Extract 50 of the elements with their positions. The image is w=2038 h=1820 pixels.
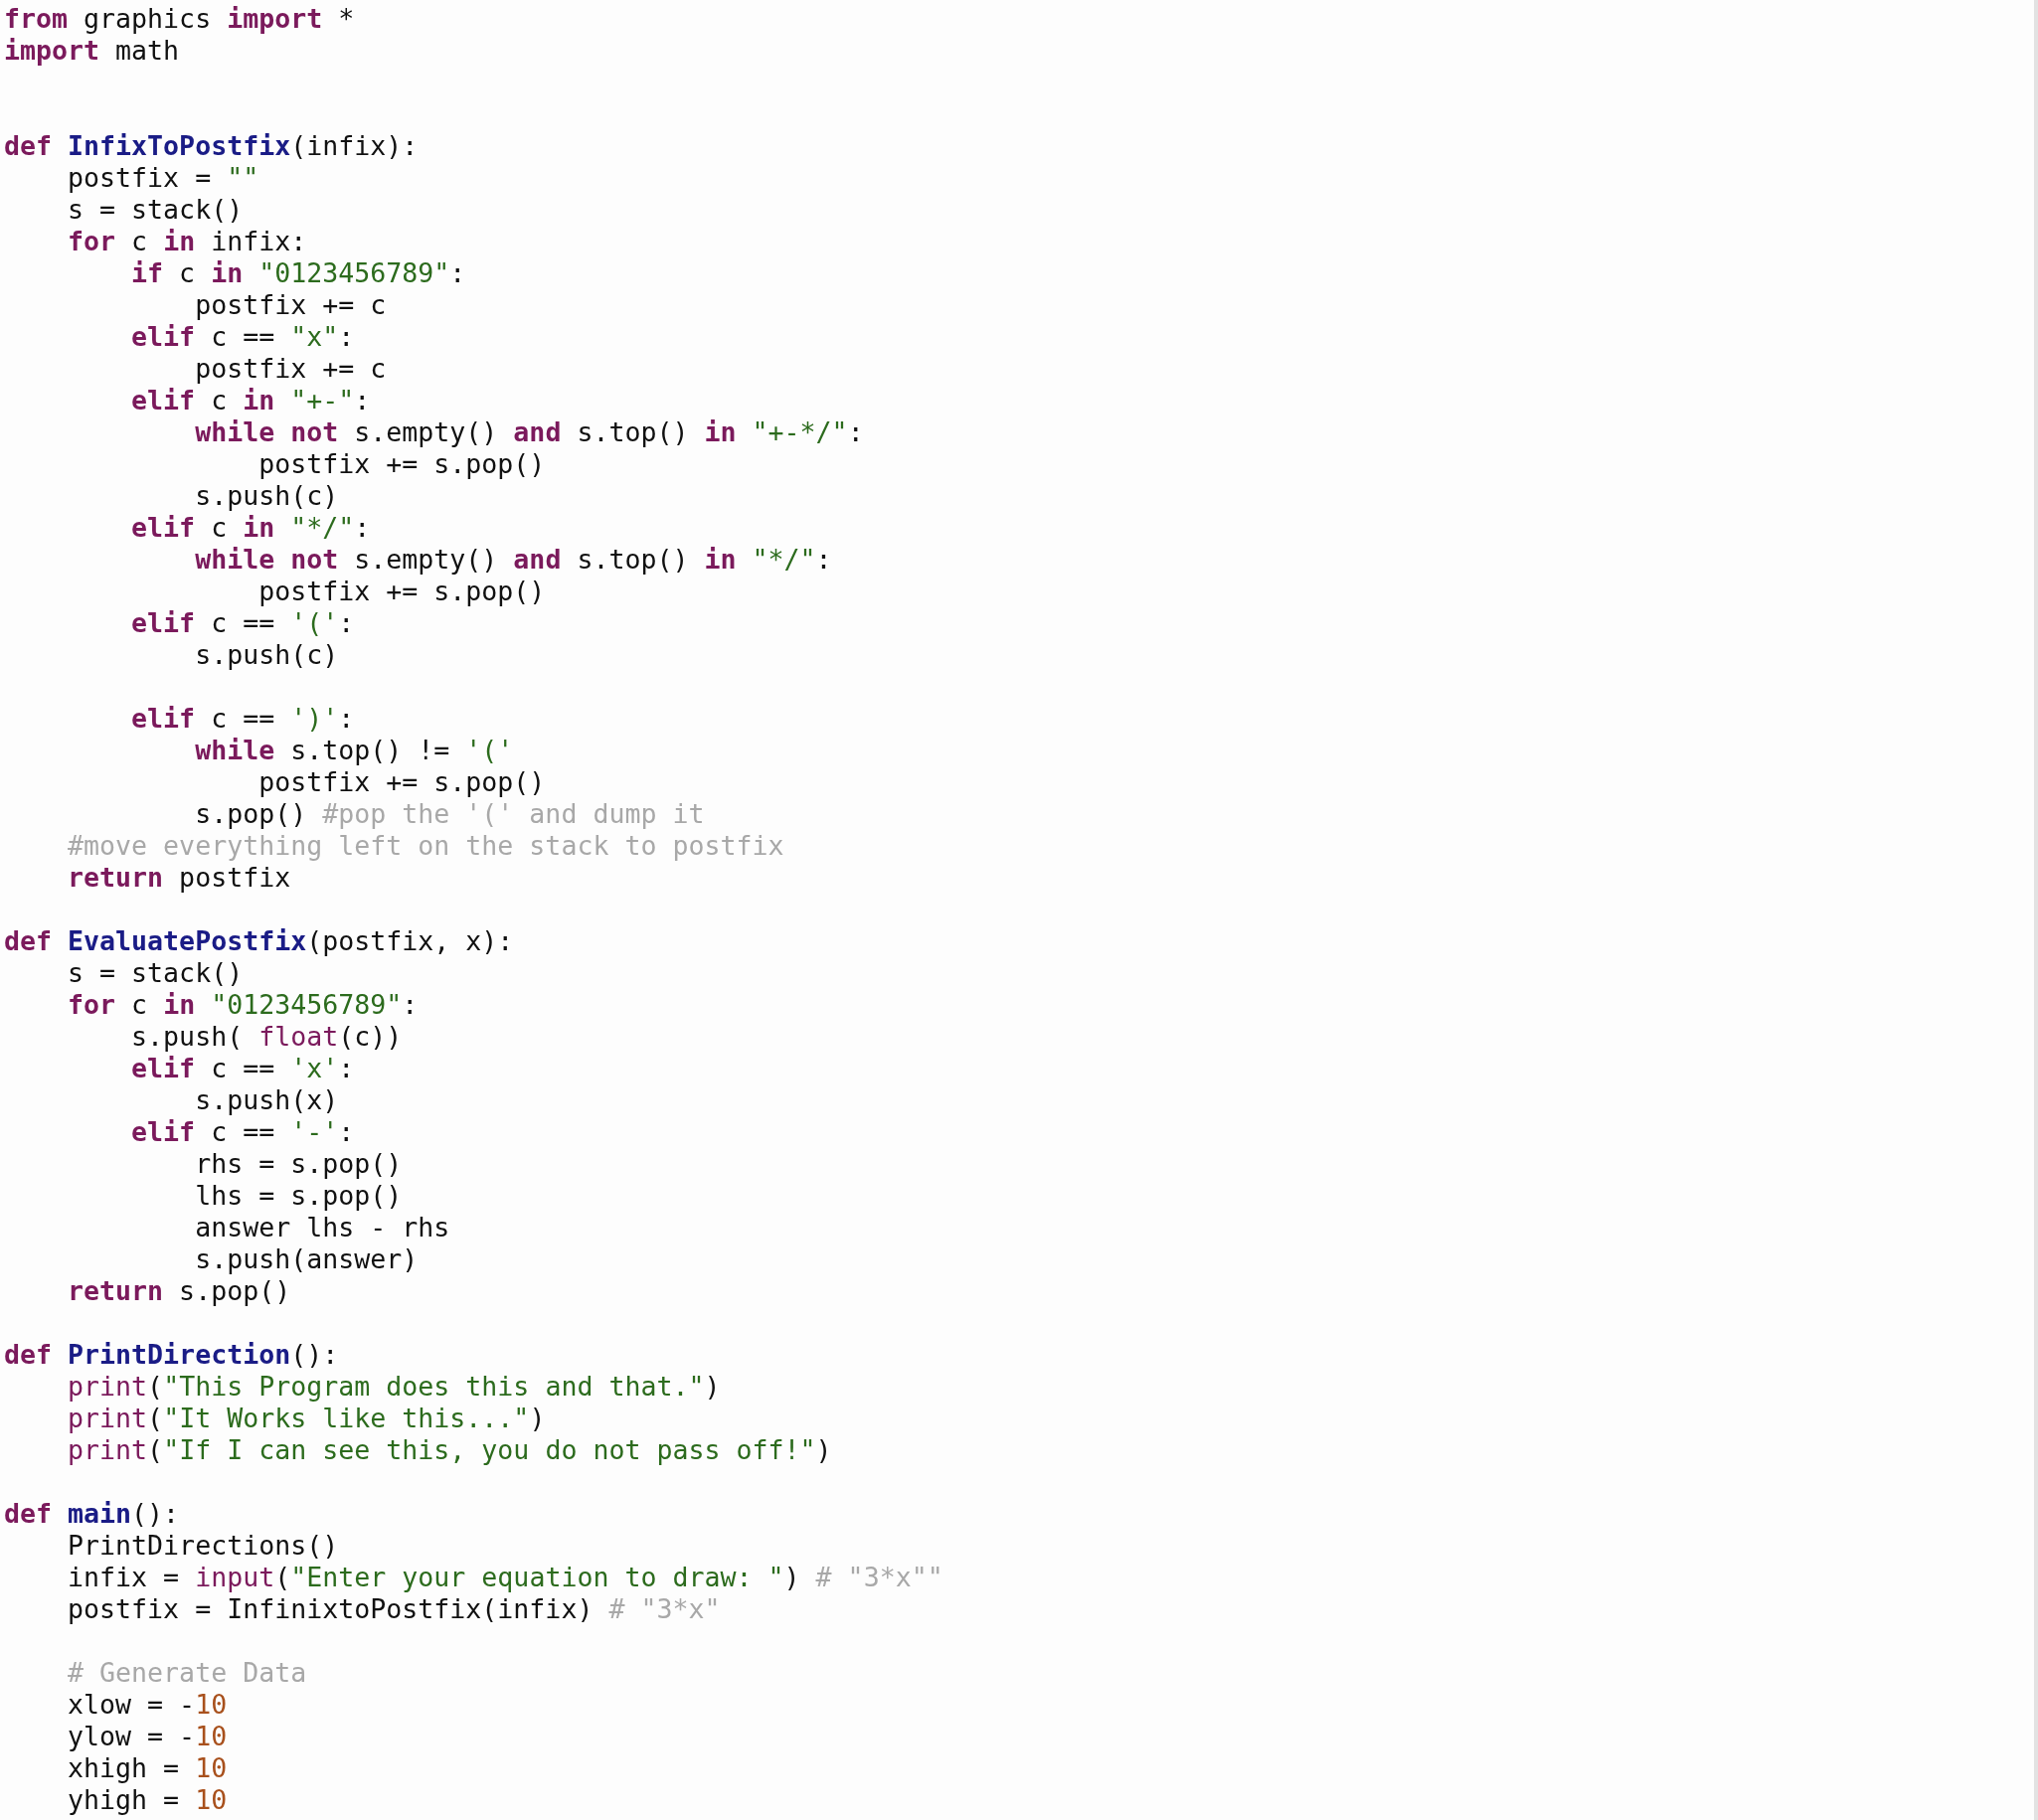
code-line: def InfixToPostfix(infix): bbox=[4, 130, 419, 162]
code-line: postfix += s.pop() bbox=[257, 448, 546, 480]
code-line: print("This Program does this and that.") bbox=[67, 1371, 721, 1403]
code-line: elif c == ')': bbox=[130, 703, 355, 735]
code-line: return s.pop() bbox=[67, 1275, 291, 1307]
code-line: xlow = -10 bbox=[67, 1689, 228, 1721]
code-line: postfix += s.pop() bbox=[257, 766, 546, 798]
code-line: s.push(answer) bbox=[194, 1243, 419, 1275]
code-line: elif c == '(': bbox=[130, 607, 355, 639]
code-line: infix = input("Enter your equation to draw: ") # "3*x"" bbox=[67, 1562, 943, 1593]
code-line: postfix += c bbox=[194, 353, 387, 385]
code-line: s.pop() #pop the '(' and dump it bbox=[194, 798, 705, 830]
code-line: postfix += s.pop() bbox=[257, 576, 546, 607]
code-line: # Generate Data bbox=[67, 1657, 307, 1689]
code-line: s = stack() bbox=[67, 194, 244, 226]
code-line: return postfix bbox=[67, 862, 291, 894]
code-line: from graphics import * bbox=[4, 3, 355, 35]
code-line: print("If I can see this, you do not pass off!") bbox=[67, 1434, 832, 1466]
code-line: elif c in "+-": bbox=[130, 385, 371, 416]
code-line: for c in infix: bbox=[67, 226, 307, 257]
code-line: elif c in "*/": bbox=[130, 512, 371, 544]
code-line: s.push(c) bbox=[194, 480, 339, 512]
code-line: #move everything left on the stack to postfix bbox=[67, 830, 784, 862]
code-line: def main(): bbox=[4, 1498, 180, 1530]
code-line: rhs = s.pop() bbox=[194, 1148, 403, 1180]
code-line: ylow = -10 bbox=[67, 1721, 228, 1752]
code-line: while not s.empty() and s.top() in "+-*/": bbox=[194, 416, 864, 448]
code-line: while s.top() != '(' bbox=[194, 735, 514, 766]
code-line: s = stack() bbox=[67, 957, 244, 989]
code-line: def PrintDirection(): bbox=[4, 1339, 339, 1371]
code-line: lhs = s.pop() bbox=[194, 1180, 403, 1212]
code-line: postfix += c bbox=[194, 289, 387, 321]
code-line: import math bbox=[4, 35, 180, 67]
code-line: if c in "0123456789": bbox=[130, 257, 466, 289]
code-line: for c in "0123456789": bbox=[67, 989, 419, 1021]
code-line: s.push(x) bbox=[194, 1084, 339, 1116]
code-line: postfix = InfinixtoPostfix(infix) # "3*x" bbox=[67, 1593, 721, 1625]
code-line: while not s.empty() and s.top() in "*/": bbox=[194, 544, 832, 576]
code-line: elif c == '-': bbox=[130, 1116, 355, 1148]
code-line: elif c == "x": bbox=[130, 321, 355, 353]
code-line: elif c == 'x': bbox=[130, 1053, 355, 1084]
code-line: xhigh = 10 bbox=[67, 1752, 228, 1784]
code-line: answer lhs - rhs bbox=[194, 1212, 450, 1243]
code-line: s.push(c) bbox=[194, 639, 339, 671]
code-line: postfix = "" bbox=[67, 162, 259, 194]
code-line: s.push( float(c)) bbox=[130, 1021, 403, 1053]
code-line: PrintDirections() bbox=[67, 1530, 339, 1562]
code-line: print("It Works like this...") bbox=[67, 1403, 546, 1434]
code-line: def EvaluatePostfix(postfix, x): bbox=[4, 925, 514, 957]
code-line: yhigh = 10 bbox=[67, 1784, 228, 1816]
